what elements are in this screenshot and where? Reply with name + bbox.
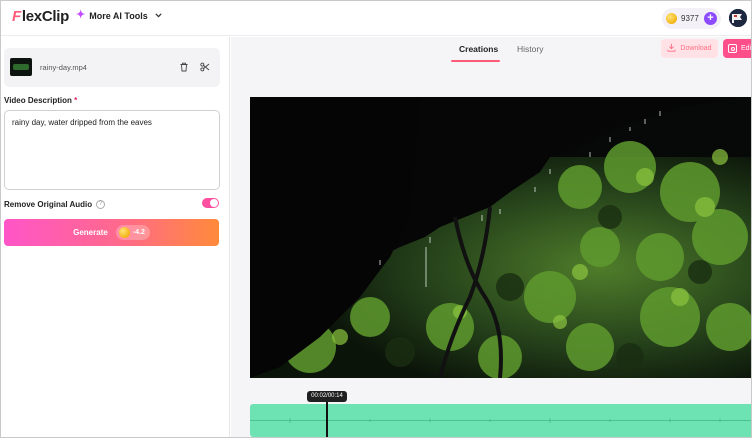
video-thumbnail — [10, 58, 32, 76]
more-ai-tools-menu[interactable]: ✦ More AI Tools — [76, 10, 162, 21]
top-bar: FlexClip ✦ More AI Tools 9377 + — [1, 1, 751, 36]
active-tab-indicator — [451, 60, 500, 62]
coin-icon — [118, 227, 130, 238]
edit-label: Edi — [741, 45, 752, 52]
credits-balance[interactable]: 9377 + — [662, 8, 721, 29]
trim-file-button[interactable] — [196, 59, 213, 76]
add-credits-button[interactable]: + — [704, 12, 717, 25]
video-description-value: rainy day, water dripped from the eaves — [12, 118, 152, 127]
edit-icon — [728, 44, 737, 53]
playhead-line[interactable] — [326, 399, 328, 437]
download-label: Download — [680, 45, 712, 52]
chevron-down-icon — [155, 11, 162, 20]
logo-mark: F — [12, 8, 21, 25]
required-mark: * — [74, 96, 78, 105]
video-frame-image — [250, 97, 751, 378]
generator-panel: rainy-day.mp4 Video Description * rainy … — [1, 37, 230, 437]
generate-label: Generate — [73, 228, 108, 237]
toggle-knob — [210, 199, 218, 207]
tab-creations[interactable]: Creations — [459, 44, 498, 54]
help-icon[interactable]: ? — [96, 200, 106, 210]
scissors-icon — [199, 59, 210, 77]
generate-cost: -4.2 — [132, 229, 145, 236]
app-window: FlexClip ✦ More AI Tools 9377 + rainy-da… — [0, 0, 752, 438]
credits-value: 9377 — [681, 14, 699, 23]
download-button[interactable]: Download — [661, 39, 718, 58]
download-icon — [667, 43, 676, 54]
user-avatar[interactable] — [729, 9, 747, 27]
playhead-time-label: 00:02/00:14 — [307, 391, 347, 402]
results-panel: Creations History Download Edi 00:02/00:… — [231, 37, 752, 437]
sparkle-icon: ✦ — [76, 9, 86, 21]
video-description-label: Video Description * — [4, 96, 77, 105]
trash-icon — [179, 59, 189, 77]
generate-cost-badge: -4.2 — [115, 225, 150, 240]
edit-button[interactable]: Edi — [723, 39, 752, 58]
tab-history[interactable]: History — [517, 44, 543, 54]
logo-text: lexClip — [21, 8, 69, 25]
file-name: rainy-day.mp4 — [40, 63, 87, 72]
flexclip-logo[interactable]: FlexClip — [12, 8, 69, 25]
video-description-label-text: Video Description — [4, 96, 72, 105]
coin-icon — [666, 13, 677, 24]
remove-audio-label: Remove Original Audio? — [4, 200, 106, 210]
uploaded-file-card: rainy-day.mp4 — [4, 48, 220, 87]
more-ai-tools-label: More AI Tools — [89, 10, 148, 21]
video-description-input[interactable]: rainy day, water dripped from the eaves — [4, 110, 220, 190]
video-preview[interactable] — [250, 97, 751, 378]
remove-audio-label-text: Remove Original Audio — [4, 200, 93, 209]
remove-audio-toggle[interactable] — [202, 198, 219, 208]
delete-file-button[interactable] — [175, 59, 192, 76]
generate-button[interactable]: Generate -4.2 — [4, 219, 219, 246]
